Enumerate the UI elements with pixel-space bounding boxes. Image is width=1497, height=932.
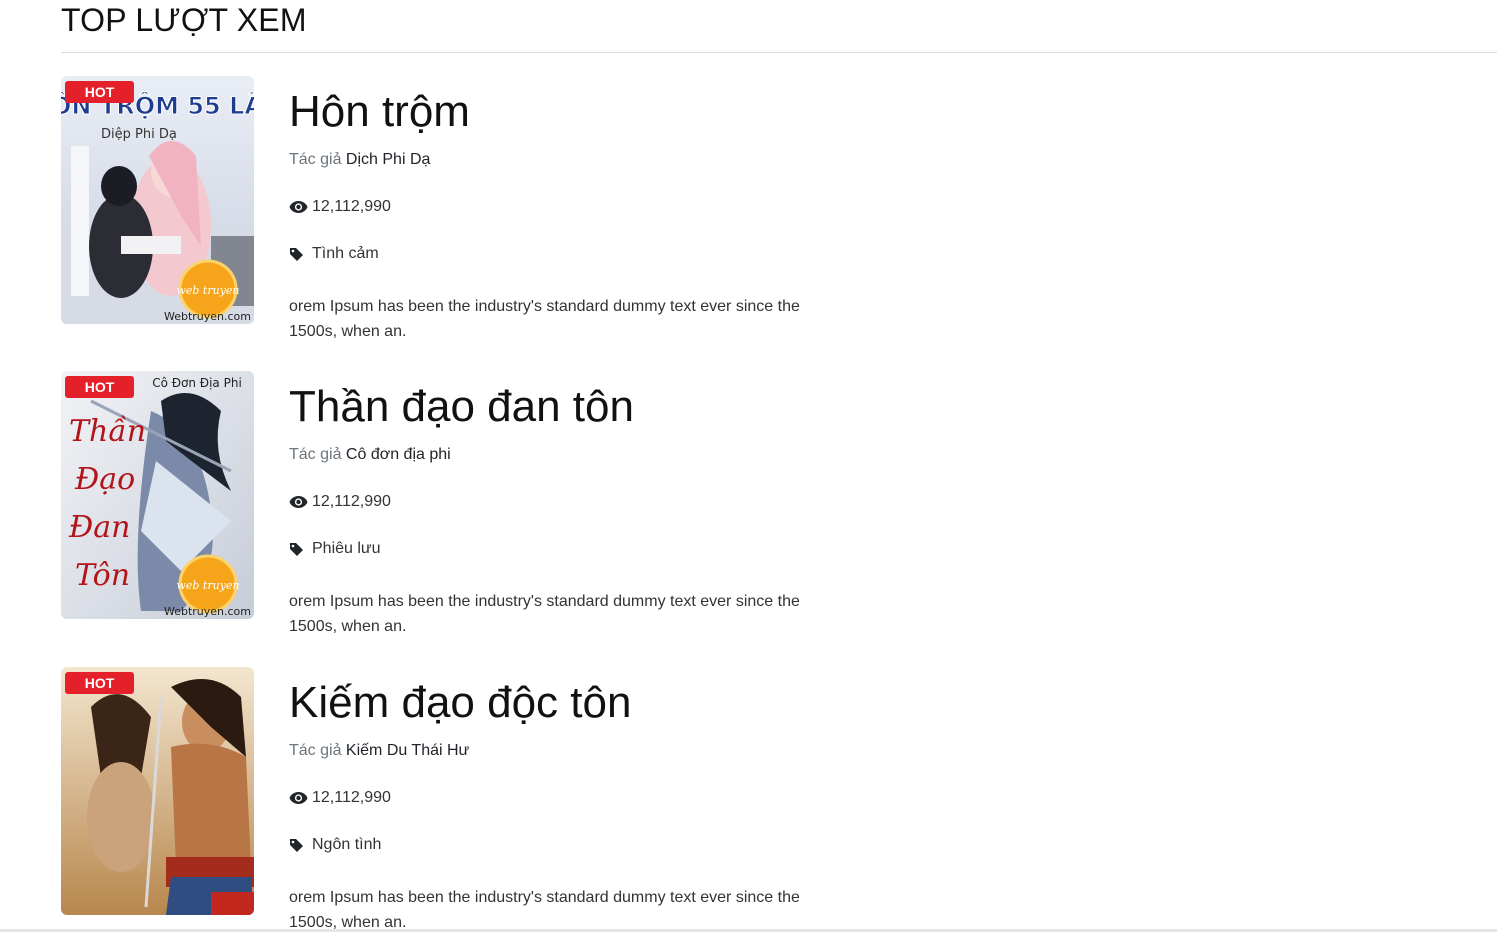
author-label: Tác giả: [289, 446, 342, 463]
cover-calligraphy-2: Đạo: [74, 462, 135, 497]
story-description: orem Ipsum has been the industry's stand…: [289, 298, 800, 340]
story-title[interactable]: Thần đạo đan tôn: [289, 381, 634, 433]
cover-calligraphy-4: Tôn: [75, 558, 130, 593]
cover-author-text: Cô Đơn Địa Phi: [152, 376, 242, 390]
story-item: HOT Kiếm đạo độc tôn Tác giả Kiếm Du Thá…: [0, 667, 1497, 932]
genre-label[interactable]: Tình cảm: [312, 243, 379, 265]
tag-icon: [289, 246, 308, 262]
hot-badge: HOT: [65, 672, 134, 694]
story-title[interactable]: Kiếm đạo độc tôn: [289, 677, 631, 729]
eye-icon: [289, 790, 308, 806]
section-title: TOP LƯỢT XEM: [61, 2, 307, 38]
genre-label[interactable]: Ngôn tình: [312, 834, 381, 856]
story-item: HÔN TRỘM 55 LẦN Diệp Phi Dạ web truyen W…: [0, 76, 1497, 371]
section-divider: [61, 52, 1497, 53]
author-name[interactable]: Kiếm Du Thái Hư: [346, 742, 469, 759]
story-genre: Phiêu lưu: [289, 538, 381, 560]
author-label: Tác giả: [289, 151, 342, 168]
eye-icon: [289, 494, 308, 510]
author-label: Tác giả: [289, 742, 342, 759]
story-author: Tác giả Kiếm Du Thái Hư: [289, 740, 469, 762]
eye-icon: [289, 199, 308, 215]
hot-badge: HOT: [65, 376, 134, 398]
cover-artwork: [61, 667, 254, 915]
story-cover[interactable]: HÔN TRỘM 55 LẦN Diệp Phi Dạ web truyen W…: [61, 76, 254, 324]
views-count: 12,112,990: [312, 198, 391, 215]
views-count: 12,112,990: [312, 493, 391, 510]
cover-author-text: Diệp Phi Dạ: [101, 127, 177, 142]
tag-icon: [289, 837, 308, 853]
story-cover[interactable]: Thần Đạo Đan Tôn Cô Đơn Địa Phi web truy…: [61, 371, 254, 619]
story-title[interactable]: Hôn trộm: [289, 86, 470, 138]
story-item: Thần Đạo Đan Tôn Cô Đơn Địa Phi web truy…: [0, 371, 1497, 666]
story-description: orem Ipsum has been the industry's stand…: [289, 593, 800, 635]
cover-watermark: Webtruyen.com: [164, 605, 251, 618]
story-views: 12,112,990: [289, 491, 391, 513]
story-genre: Tình cảm: [289, 243, 379, 265]
views-count: 12,112,990: [312, 789, 391, 806]
top-views-page: TOP LƯỢT XEM H: [0, 0, 1497, 932]
story-cover[interactable]: HOT: [61, 667, 254, 915]
genre-label[interactable]: Phiêu lưu: [312, 538, 381, 560]
story-views: 12,112,990: [289, 196, 391, 218]
story-author: Tác giả Dịch Phi Dạ: [289, 149, 430, 171]
story-views: 12,112,990: [289, 787, 391, 809]
author-name[interactable]: Cô đơn địa phi: [346, 446, 451, 463]
cover-watermark: Webtruyen.com: [164, 310, 251, 323]
author-name[interactable]: Dịch Phi Dạ: [346, 151, 430, 168]
tag-icon: [289, 541, 308, 557]
hot-badge: HOT: [65, 81, 134, 103]
cover-calligraphy-3: Đan: [68, 510, 130, 545]
story-description: orem Ipsum has been the industry's stand…: [289, 889, 800, 931]
story-author: Tác giả Cô đơn địa phi: [289, 444, 451, 466]
cover-artwork: Thần Đạo Đan Tôn Cô Đơn Địa Phi web truy…: [61, 371, 254, 619]
cover-logo-text: web truyen: [176, 284, 239, 297]
cover-artwork: HÔN TRỘM 55 LẦN Diệp Phi Dạ web truyen W…: [61, 76, 254, 324]
cover-logo-text: web truyen: [176, 579, 239, 592]
cover-calligraphy-1: Thần: [69, 414, 146, 449]
story-genre: Ngôn tình: [289, 834, 381, 856]
